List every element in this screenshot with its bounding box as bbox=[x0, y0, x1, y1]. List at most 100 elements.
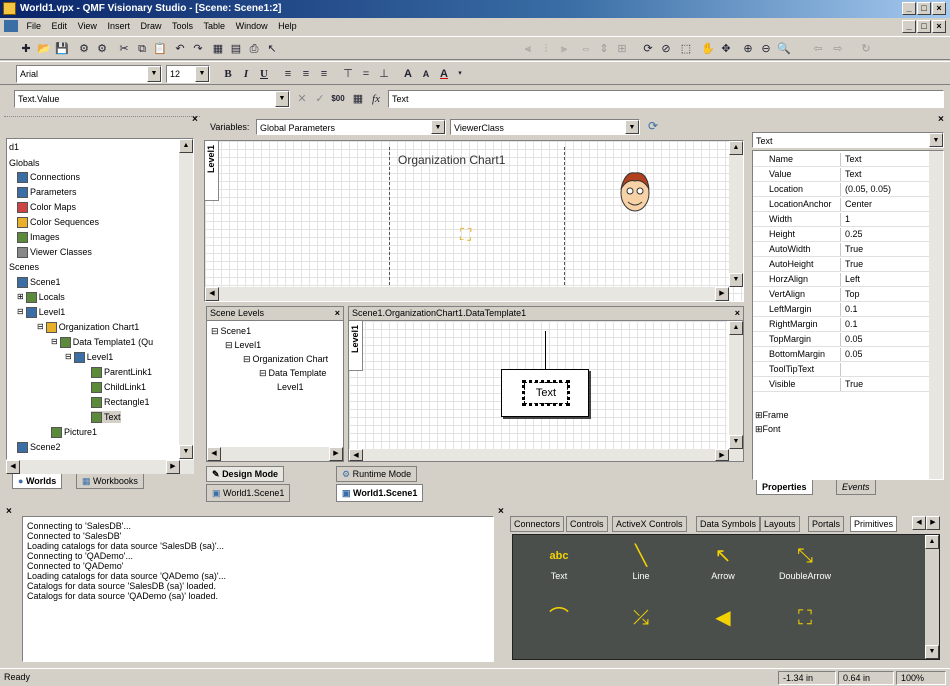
tree-item-images[interactable]: Images bbox=[17, 231, 60, 243]
property-row[interactable]: TopMargin 0.05 bbox=[753, 333, 936, 347]
tab-events[interactable]: Events bbox=[836, 480, 876, 495]
chevron-down-icon[interactable]: ▼ bbox=[195, 66, 209, 82]
property-row[interactable]: Value Text bbox=[753, 168, 936, 182]
scene-levels-hscrollbar[interactable]: ◀ ▶ bbox=[207, 447, 343, 461]
valign-bottom-icon[interactable]: ⊥ bbox=[376, 66, 392, 82]
property-value[interactable]: Text bbox=[845, 168, 862, 181]
chart-icon[interactable]: ▤ bbox=[228, 41, 244, 57]
property-row[interactable]: ToolTipText bbox=[753, 363, 936, 377]
scroll-right-icon[interactable]: ▶ bbox=[715, 449, 729, 461]
scroll-right-icon[interactable]: ▶ bbox=[166, 460, 180, 474]
print-icon[interactable]: ⎙ bbox=[246, 41, 262, 57]
align-center-text-icon[interactable]: ≡ bbox=[298, 66, 314, 82]
chevron-down-icon[interactable]: ▼ bbox=[275, 91, 289, 107]
property-row[interactable]: Width 1 bbox=[753, 213, 936, 227]
primitive-abc[interactable]: abc Text bbox=[519, 541, 599, 581]
tree-item-scene1[interactable]: Scene1 bbox=[17, 276, 61, 288]
doc-minimize-button[interactable]: _ bbox=[902, 20, 916, 33]
property-value[interactable]: 1 bbox=[845, 213, 850, 226]
disconnect-icon[interactable]: ⚙ bbox=[94, 41, 110, 57]
primitive-line[interactable]: ╲ Line bbox=[601, 541, 681, 581]
property-row[interactable]: Location (0.05, 0.05) bbox=[753, 183, 936, 197]
scroll-left-icon[interactable]: ◀ bbox=[6, 460, 20, 474]
new-icon[interactable]: ✚ bbox=[18, 41, 34, 57]
primitive-arrow[interactable]: ↖ Arrow bbox=[683, 541, 763, 581]
tree-item-picture[interactable]: Picture1 bbox=[51, 426, 97, 438]
tab-workbooks[interactable]: ▦ Workbooks bbox=[76, 474, 144, 489]
toolbox-tab[interactable]: Primitives bbox=[850, 516, 898, 532]
object-selector[interactable]: Text ▼ bbox=[752, 132, 944, 148]
function-icon[interactable]: fx bbox=[368, 91, 384, 107]
formula-input[interactable]: Text bbox=[388, 90, 944, 108]
toolbox-tab[interactable]: Portals bbox=[808, 516, 845, 532]
chevron-down-icon[interactable]: ▼ bbox=[147, 66, 161, 82]
pane-close-icon[interactable]: × bbox=[6, 506, 12, 517]
menu-file[interactable]: File bbox=[23, 18, 46, 35]
scroll-left-icon[interactable]: ◀ bbox=[205, 287, 219, 301]
cancel-edit-icon[interactable]: ✕ bbox=[294, 91, 310, 107]
italic-button[interactable]: I bbox=[238, 66, 254, 82]
toolbox-tab[interactable]: ActiveX Controls bbox=[612, 516, 687, 532]
scroll-up-icon[interactable]: ▲ bbox=[729, 141, 743, 155]
face-picture[interactable] bbox=[617, 167, 653, 217]
zoom-out-icon[interactable]: ⊖ bbox=[758, 41, 774, 57]
scroll-right-icon[interactable]: ▶ bbox=[715, 287, 729, 301]
accept-edit-icon[interactable]: ✓ bbox=[312, 91, 328, 107]
property-row[interactable]: VertAlign Top bbox=[753, 288, 936, 302]
tree-item-template-level1[interactable]: ⊟ Level1 bbox=[65, 351, 113, 363]
scroll-left-icon[interactable]: ◀ bbox=[207, 447, 221, 461]
chevron-down-icon[interactable]: ▼ bbox=[625, 120, 639, 134]
collapse-icon[interactable]: ⊟ bbox=[211, 325, 219, 337]
tree-item-globals[interactable]: Globals bbox=[9, 157, 40, 169]
menu-help[interactable]: Help bbox=[274, 18, 301, 35]
property-row[interactable]: LeftMargin 0.1 bbox=[753, 303, 936, 317]
scene-level-item[interactable]: ⊟ Level1 bbox=[225, 339, 261, 351]
tree-vscrollbar[interactable]: ▲ ▼ bbox=[179, 139, 193, 459]
collapse-icon[interactable]: ⊟ bbox=[51, 336, 58, 348]
primitive-multipolygon[interactable]: ⛶ bbox=[765, 603, 845, 633]
tree-item-color-sequences[interactable]: Color Sequences bbox=[17, 216, 99, 228]
tree-item-level1[interactable]: ⊟ Level1 bbox=[17, 306, 65, 318]
template-canvas[interactable]: Level1 Text bbox=[349, 321, 727, 449]
expand-icon[interactable]: ⊞ bbox=[753, 410, 763, 420]
align-right-text-icon[interactable]: ≡ bbox=[316, 66, 332, 82]
tree-item-locals[interactable]: ⊞ Locals bbox=[17, 291, 65, 303]
expand-icon[interactable]: ⊞ bbox=[17, 291, 24, 303]
primitive-double-arrow[interactable]: ⤡ DoubleArrow bbox=[765, 541, 845, 581]
tree-item[interactable]: d1 bbox=[9, 141, 19, 153]
property-row[interactable]: RightMargin 0.1 bbox=[753, 318, 936, 332]
underline-button[interactable]: U bbox=[256, 66, 272, 82]
collapse-icon[interactable]: ⊟ bbox=[17, 306, 24, 318]
org-chart-object[interactable]: Organization Chart1 ⛶ bbox=[389, 147, 565, 295]
scroll-down-icon[interactable]: ▼ bbox=[729, 273, 743, 287]
collapse-icon[interactable]: ⊟ bbox=[225, 339, 233, 351]
tree-hscrollbar[interactable]: ◀ ▶ bbox=[6, 460, 194, 474]
scroll-down-icon[interactable]: ▼ bbox=[179, 445, 193, 459]
align-left-icon[interactable]: ⫷ bbox=[520, 41, 536, 57]
property-selector[interactable]: Text.Value ▼ bbox=[14, 90, 290, 108]
menu-edit[interactable]: Edit bbox=[48, 18, 72, 35]
template-vscrollbar[interactable]: ▲ ▼ bbox=[729, 321, 743, 449]
tree-item-parentlink[interactable]: ParentLink1 bbox=[91, 366, 152, 378]
forward-icon[interactable]: ⇨ bbox=[830, 41, 846, 57]
tree-item-childlink[interactable]: ChildLink1 bbox=[91, 381, 146, 393]
tab-properties[interactable]: Properties bbox=[756, 480, 813, 495]
connect-icon[interactable]: ⚙ bbox=[76, 41, 92, 57]
font-family-select[interactable]: Arial ▼ bbox=[16, 65, 162, 83]
tree-item-rectangle[interactable]: Rectangle1 bbox=[91, 396, 150, 408]
primitive-polyline[interactable]: ⌒ bbox=[519, 603, 599, 633]
back-icon[interactable]: ⇦ bbox=[810, 41, 826, 57]
scene-level-item[interactable]: Level1 bbox=[277, 381, 304, 393]
tabs-scroll-left-icon[interactable]: ◀ bbox=[912, 516, 926, 530]
rectangle-node[interactable]: Text bbox=[501, 369, 589, 417]
property-row[interactable]: Name Text bbox=[753, 153, 936, 167]
valign-top-icon[interactable]: ⊤ bbox=[340, 66, 356, 82]
menu-insert[interactable]: Insert bbox=[103, 18, 134, 35]
primitive-multipolyline[interactable]: ⤰ bbox=[601, 603, 681, 633]
tree-item-org-chart[interactable]: ⊟ Organization Chart1 bbox=[37, 321, 139, 333]
help-pointer-icon[interactable]: ↖ bbox=[264, 41, 280, 57]
doc-close-button[interactable]: × bbox=[932, 20, 946, 33]
open-icon[interactable]: 📂 bbox=[36, 41, 52, 57]
properties-vscrollbar[interactable] bbox=[929, 151, 943, 479]
font-color-dropdown-icon[interactable]: ▾ bbox=[452, 66, 468, 82]
